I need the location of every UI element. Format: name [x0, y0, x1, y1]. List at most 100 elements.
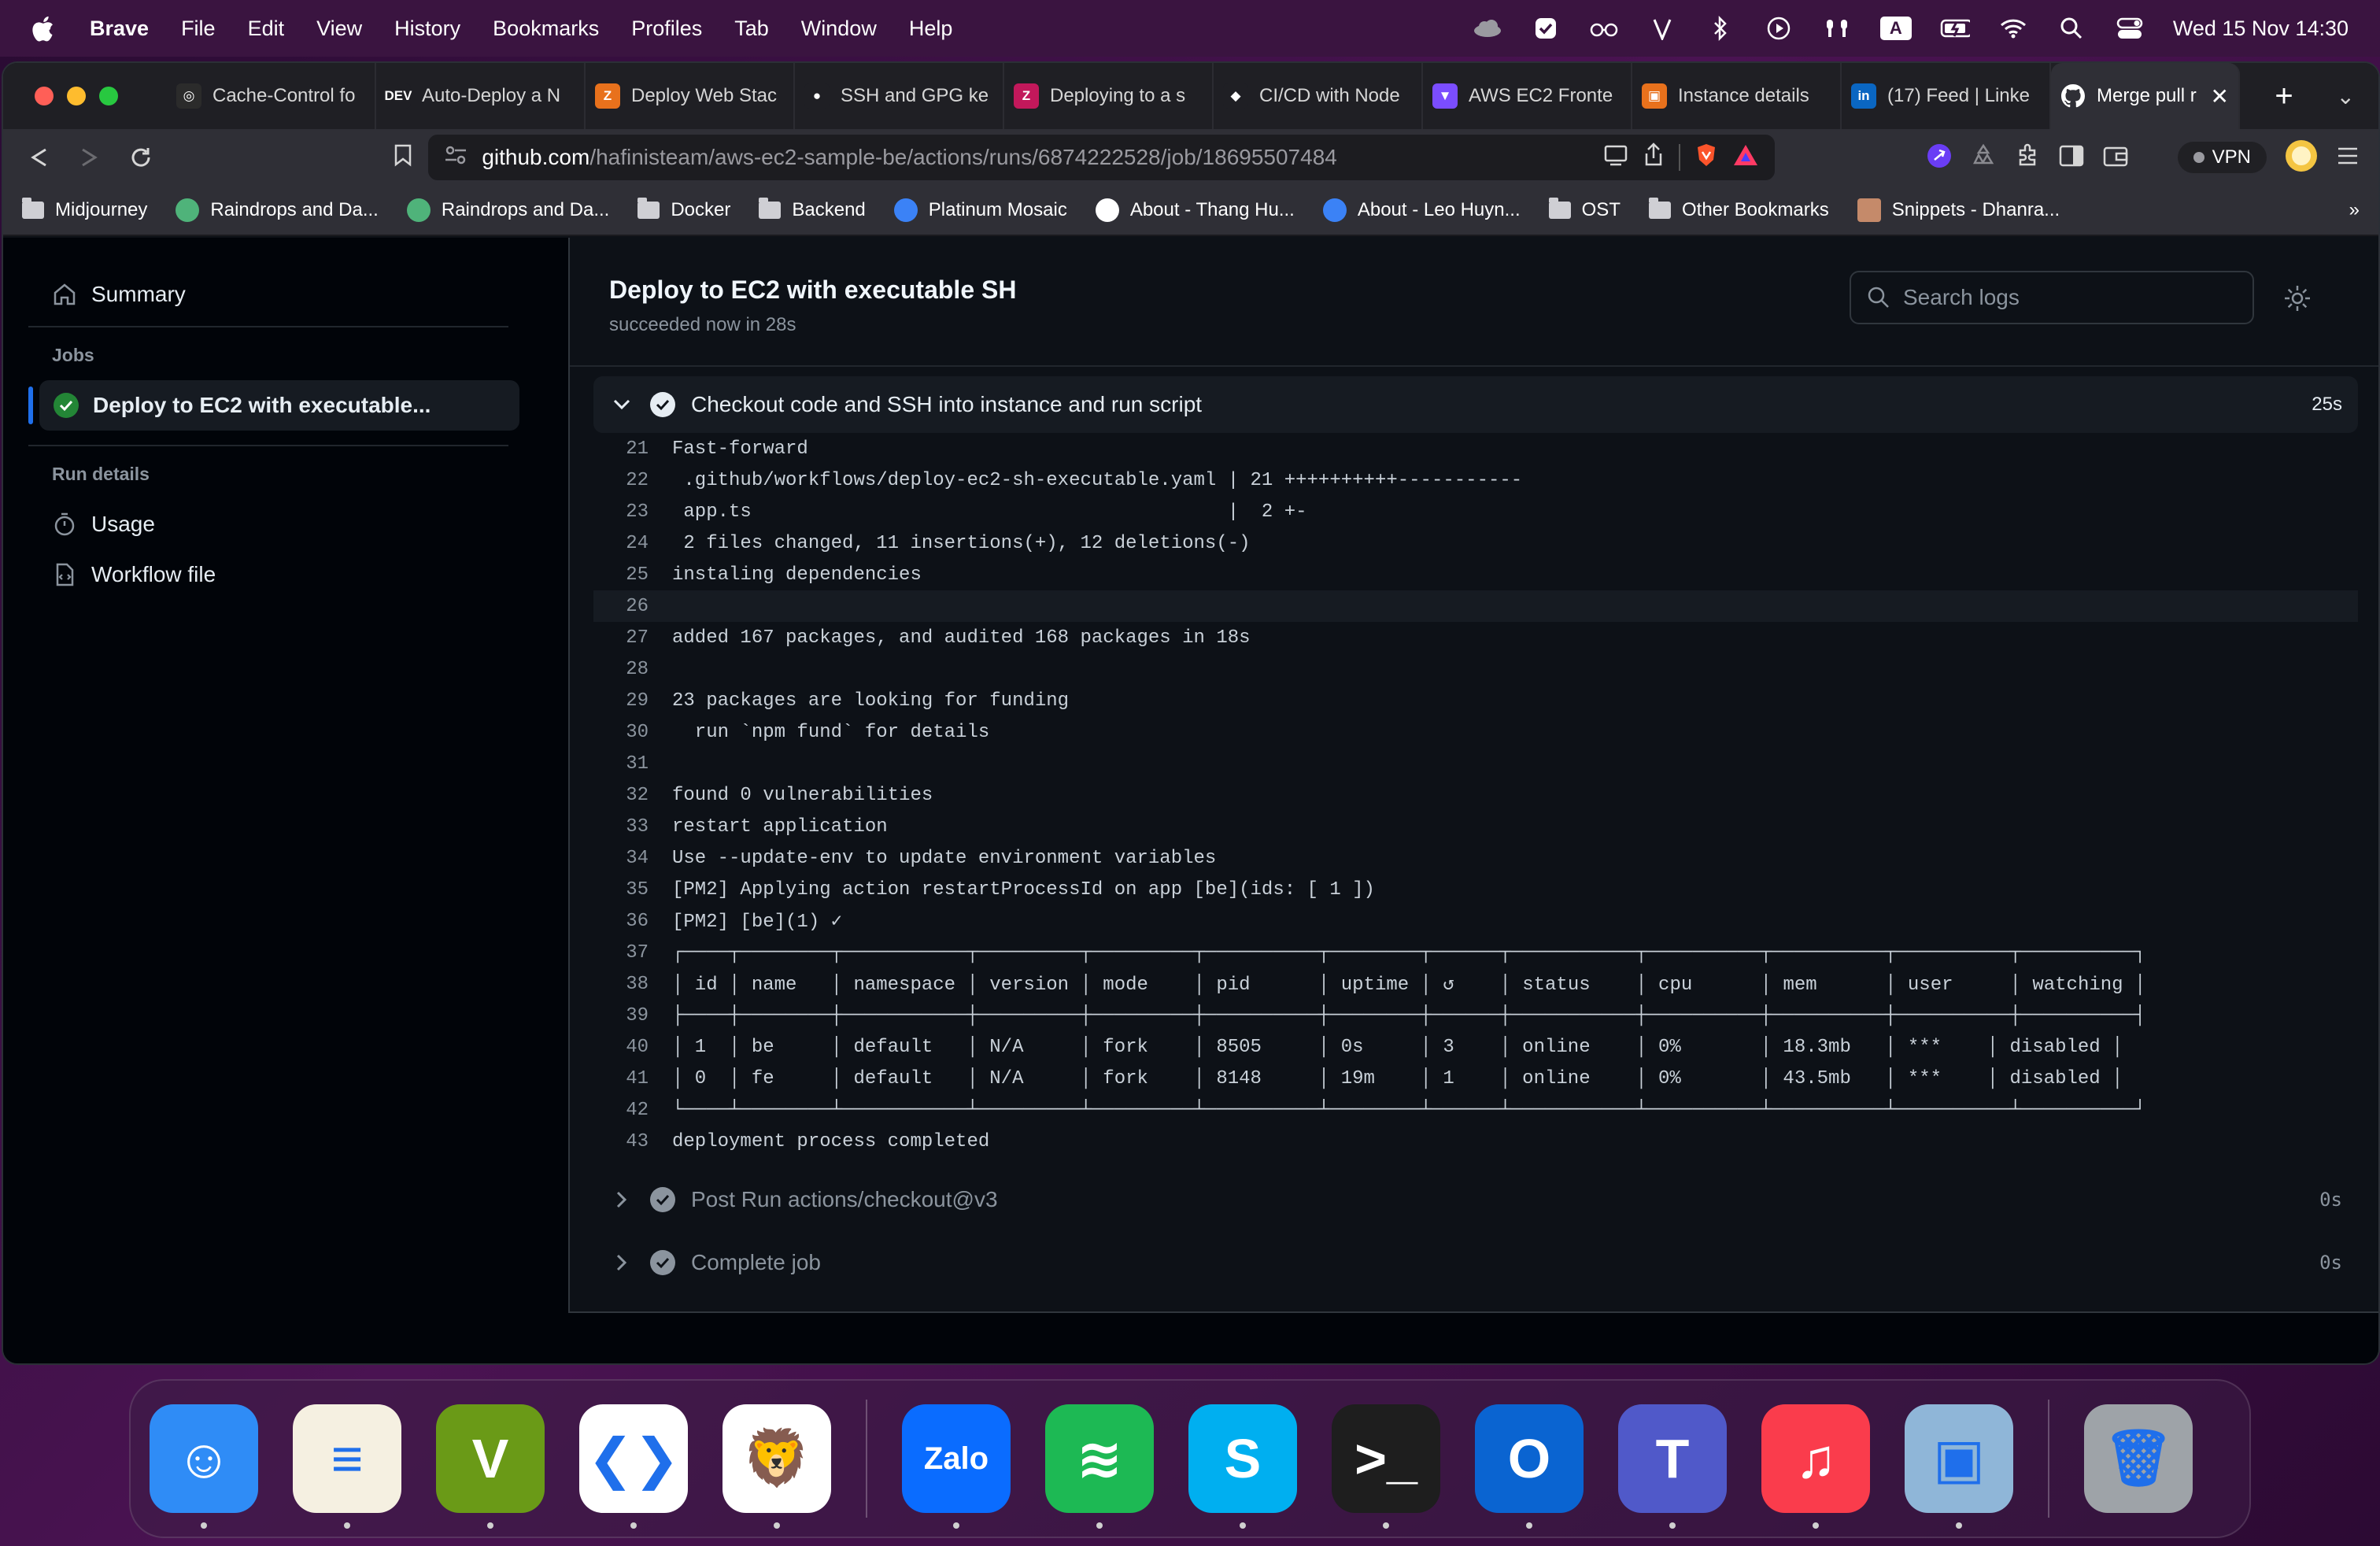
search-logs-input[interactable]: Search logs [1850, 271, 2254, 324]
address-bar[interactable]: github.com/hafinisteam/aws-ec2-sample-be… [395, 135, 1775, 180]
tab-item[interactable]: DEV Auto-Deploy a N [376, 63, 586, 129]
menu-view[interactable]: View [316, 17, 362, 41]
share-icon[interactable] [1643, 142, 1665, 173]
play-icon[interactable] [1764, 15, 1794, 42]
bookmark-item[interactable]: About - Thang Hu... [1095, 198, 1295, 222]
tab-item[interactable]: Z Deploying to a s [1004, 63, 1214, 129]
gear-icon[interactable] [2282, 283, 2312, 313]
tab-item[interactable]: ▣ Instance details [1632, 63, 1842, 129]
recycle-extension-icon[interactable] [1970, 142, 1997, 173]
bookmark-item[interactable]: OST [1548, 198, 1621, 221]
bookmark-page-icon[interactable] [394, 143, 412, 172]
dock-outlook-icon[interactable]: O [1475, 1404, 1584, 1529]
minimize-window-button[interactable] [67, 87, 86, 105]
menu-history[interactable]: History [394, 17, 460, 41]
sidebar-job-item[interactable]: Deploy to EC2 with executable... [28, 380, 519, 431]
leo-ai-icon[interactable] [1926, 142, 1953, 173]
log-line-number[interactable]: 31 [593, 753, 672, 775]
vim-menu-icon[interactable] [1647, 15, 1677, 42]
vpn-button[interactable]: VPN [2177, 142, 2267, 173]
log-line-number[interactable]: 22 [593, 470, 672, 491]
log-line-number[interactable]: 33 [593, 816, 672, 838]
cast-icon[interactable] [1603, 144, 1628, 172]
forward-button[interactable] [73, 140, 107, 175]
reader-glasses-icon[interactable] [1589, 15, 1619, 42]
log-line-number[interactable]: 43 [593, 1131, 672, 1152]
dock-notes-icon[interactable]: ≡ [293, 1404, 401, 1529]
dock-vim-icon[interactable]: V [436, 1404, 545, 1529]
log-line-number[interactable]: 39 [593, 1005, 672, 1026]
back-button[interactable] [22, 140, 56, 175]
bookmark-item[interactable]: Raindrops and Da... [176, 198, 379, 222]
sidebar-summary[interactable]: Summary [28, 269, 508, 320]
log-line-number[interactable]: 27 [593, 627, 672, 649]
dock-vscode-icon[interactable]: ❮❯ [579, 1404, 688, 1529]
bookmark-item[interactable]: Other Bookmarks [1648, 198, 1829, 221]
step-checkout-ssh[interactable]: Checkout code and SSH into instance and … [593, 376, 2358, 433]
tab-item[interactable]: ▼ AWS EC2 Fronte [1423, 63, 1632, 129]
tab-active[interactable]: Merge pull r ✕ [2051, 63, 2240, 129]
spotlight-search-icon[interactable] [2057, 15, 2086, 42]
tab-item[interactable]: ◎ Cache-Control fo [167, 63, 376, 129]
dock-brave-icon[interactable]: 🦁 [722, 1404, 831, 1529]
log-line-number[interactable]: 41 [593, 1068, 672, 1089]
wallet-icon[interactable] [2102, 144, 2129, 172]
log-line-number[interactable]: 34 [593, 848, 672, 869]
tab-item[interactable]: Z Deploy Web Stac [586, 63, 795, 129]
bookmark-item[interactable]: Midjourney [22, 198, 147, 221]
dock-teams-icon[interactable]: T [1618, 1404, 1727, 1529]
log-line-number[interactable]: 40 [593, 1037, 672, 1058]
log-line-number[interactable]: 23 [593, 501, 672, 523]
tab-item[interactable]: in (17) Feed | Linke [1842, 63, 2051, 129]
clock[interactable]: Wed 15 Nov 14:30 [2173, 17, 2349, 41]
log-line-number[interactable]: 36 [593, 911, 672, 932]
log-line-number[interactable]: 21 [593, 438, 672, 460]
close-tab-icon[interactable]: ✕ [2211, 83, 2229, 109]
dock-skype-icon[interactable]: S [1188, 1404, 1297, 1529]
menu-profiles[interactable]: Profiles [631, 17, 702, 41]
checklist-icon[interactable] [1531, 15, 1561, 42]
sidebar-usage[interactable]: Usage [28, 499, 508, 549]
more-bookmarks-icon[interactable]: » [2349, 199, 2360, 221]
brave-shields-icon[interactable] [1694, 142, 1718, 173]
bookmark-item[interactable]: Raindrops and Da... [406, 198, 609, 222]
menu-bookmarks[interactable]: Bookmarks [493, 17, 599, 41]
step-post-run-checkout[interactable]: Post Run actions/checkout@v3 0s [593, 1171, 2358, 1228]
sidebar-workflow-file[interactable]: Workflow file [28, 549, 508, 600]
apple-icon[interactable] [31, 13, 58, 44]
sidebar-toggle-icon[interactable] [2058, 144, 2085, 172]
menu-help[interactable]: Help [909, 17, 953, 41]
cloud-icon[interactable] [1473, 15, 1502, 42]
menu-app-name[interactable]: Brave [90, 17, 149, 41]
log-line-number[interactable]: 38 [593, 974, 672, 995]
log-line-number[interactable]: 42 [593, 1100, 672, 1121]
tab-search-chevron-icon[interactable]: ⌄ [2337, 83, 2355, 109]
log-line-number[interactable]: 26 [593, 596, 672, 617]
new-tab-button[interactable]: + [2268, 80, 2300, 112]
site-settings-icon[interactable] [444, 145, 468, 171]
log-line-number[interactable]: 37 [593, 942, 672, 963]
log-line-number[interactable]: 30 [593, 722, 672, 743]
dock-zalo-icon[interactable]: Zalo [902, 1404, 1011, 1529]
bookmark-item[interactable]: Backend [759, 198, 866, 221]
menu-edit[interactable]: Edit [248, 17, 285, 41]
bookmark-item[interactable]: Snippets - Dhanra... [1857, 198, 2060, 222]
log-line-number[interactable]: 32 [593, 785, 672, 806]
tab-item[interactable]: ● SSH and GPG ke [795, 63, 1004, 129]
dock-music-icon[interactable]: ♫ [1761, 1404, 1870, 1529]
bookmark-item[interactable]: Docker [638, 198, 730, 221]
tab-item[interactable]: ◆ CI/CD with Node [1214, 63, 1423, 129]
log-line-number[interactable]: 25 [593, 564, 672, 586]
log-line-number[interactable]: 28 [593, 659, 672, 680]
menu-window[interactable]: Window [801, 17, 877, 41]
wifi-icon[interactable] [1998, 15, 2028, 42]
zoom-window-button[interactable] [99, 87, 118, 105]
input-source-badge[interactable]: A [1879, 17, 1912, 40]
close-window-button[interactable] [35, 87, 54, 105]
bookmark-item[interactable]: About - Leo Huyn... [1322, 198, 1521, 222]
bluetooth-icon[interactable] [1706, 15, 1735, 42]
step-complete-job[interactable]: Complete job 0s [593, 1234, 2358, 1291]
control-center-icon[interactable] [2115, 15, 2145, 42]
dock-trash-icon[interactable]: 🗑 [2084, 1404, 2193, 1513]
extensions-icon[interactable] [2014, 142, 2041, 173]
